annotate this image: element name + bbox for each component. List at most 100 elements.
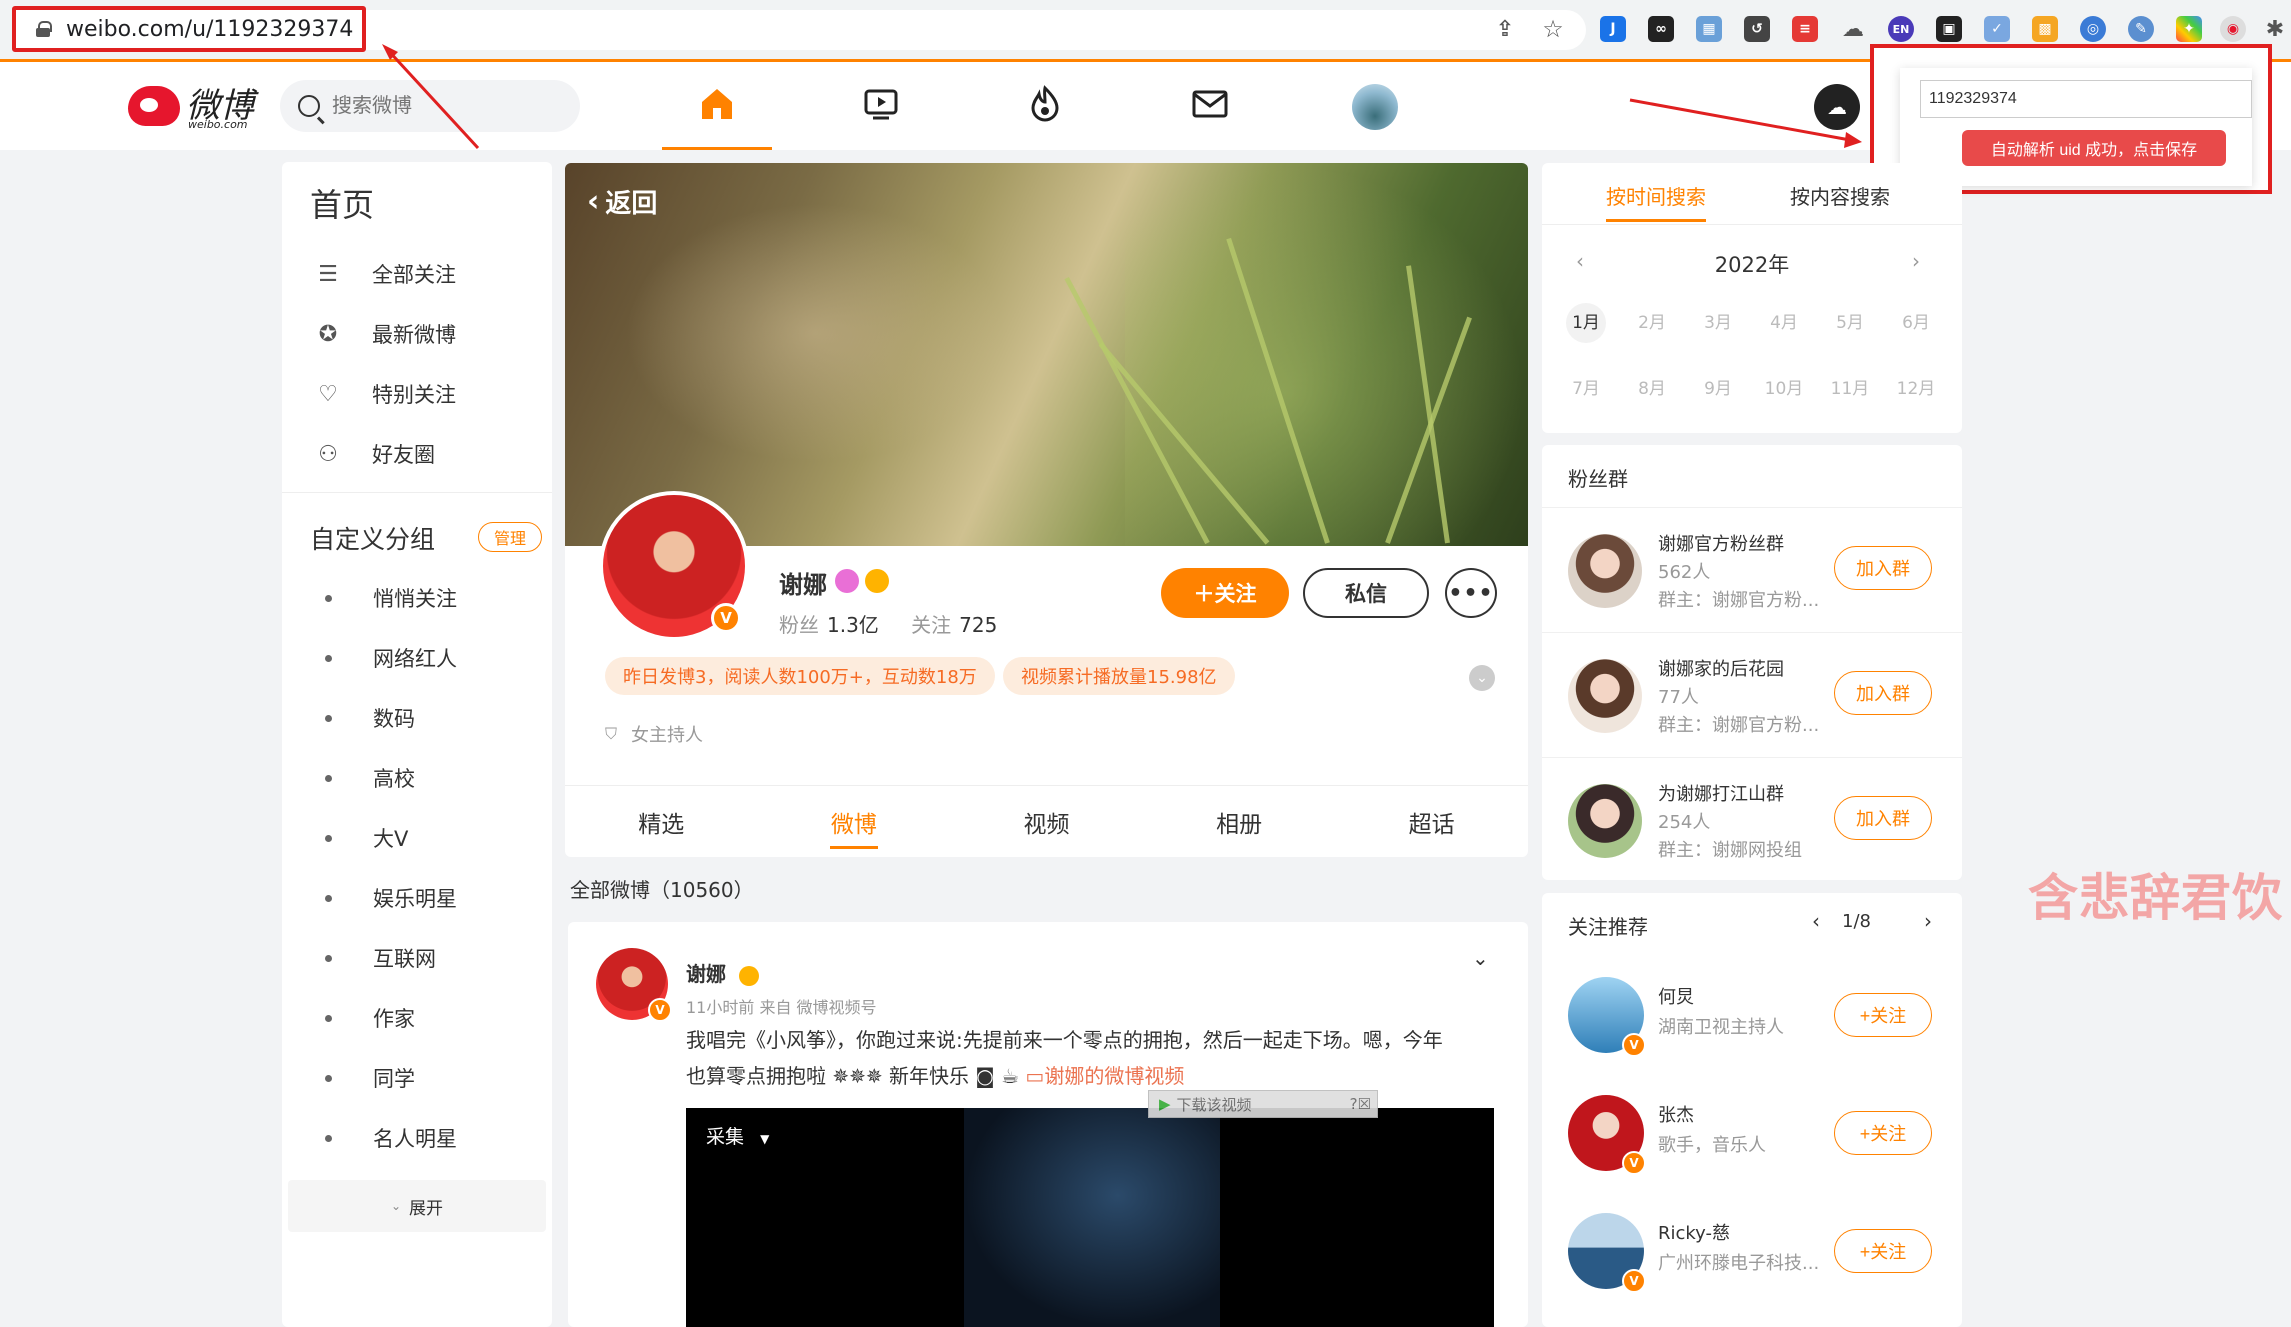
search-input[interactable] [332,94,552,118]
check-ext-icon[interactable]: ✓ [1984,16,2010,42]
join-group-button[interactable]: 加入群 [1834,796,1932,840]
share-icon[interactable]: ⇪ [1492,16,1518,42]
tab-weibo[interactable]: 微博 [758,786,951,857]
sidebar-item-latest[interactable]: ✪ 最新微博 [282,306,552,362]
month-cell[interactable]: 11月 [1830,369,1870,409]
join-group-button[interactable]: 加入群 [1834,546,1932,590]
fan-group-name[interactable]: 为谢娜打江山群 [1658,780,1784,806]
month-cell[interactable]: 6月 [1896,303,1936,343]
cloud-download-icon[interactable]: ☁ [1814,84,1860,130]
pen-ext-icon[interactable]: ✎ [2128,16,2154,42]
sidebar-group-item[interactable]: 网络红人 [282,630,552,686]
tab-supertopic[interactable]: 超话 [1335,786,1528,857]
tab-featured[interactable]: 精选 [565,786,758,857]
chevron-right-icon[interactable]: › [1924,909,1932,933]
recommend-name[interactable]: 何炅 [1658,983,1694,1009]
chevron-down-icon[interactable]: ⌄ [1472,946,1489,970]
nav-message[interactable] [1155,80,1265,150]
video-player[interactable]: 采集 ▼ [686,1108,1494,1327]
sidebar-group-item[interactable]: 高校 [282,750,552,806]
month-cell[interactable]: 4月 [1764,303,1804,343]
j-ext-icon[interactable]: J [1600,16,1626,42]
sidebar-group-item[interactable]: 名人明星 [282,1110,552,1166]
join-group-button[interactable]: 加入群 [1834,671,1932,715]
fan-group-avatar[interactable] [1568,659,1642,733]
weibo-logo[interactable]: 微博 weibo.com [128,78,268,131]
month-cell[interactable]: 7月 [1566,369,1606,409]
back-button[interactable]: ‹ 返回 [587,183,657,220]
search-box[interactable] [280,80,580,132]
nav-user-avatar[interactable] [1320,80,1430,150]
month-cell[interactable]: 5月 [1830,303,1870,343]
month-cell[interactable]: 2月 [1632,303,1672,343]
sidebar-item-special[interactable]: ♡ 特别关注 [282,366,552,422]
uid-input[interactable] [1920,80,2252,118]
chevron-right-icon[interactable]: › [1912,249,1920,273]
nav-video[interactable] [826,80,936,150]
chevron-down-icon[interactable]: ⌄ [1469,665,1495,691]
video-collect-menu[interactable]: 采集 ▼ [706,1122,769,1149]
tab-album[interactable]: 相册 [1143,786,1336,857]
month-cell[interactable]: 3月 [1698,303,1738,343]
sidebar-group-item[interactable]: 数码 [282,690,552,746]
save-uid-button[interactable]: 自动解析 uid 成功，点击保存 [1962,130,2226,166]
cloud-ext-icon[interactable]: ☁ [1840,16,1866,42]
more-options-button[interactable]: ••• [1445,568,1497,618]
recommend-name[interactable]: 张杰 [1658,1101,1694,1127]
sidebar-item-friends[interactable]: ⚇ 好友圈 [282,426,552,482]
follow-user-button[interactable]: +关注 [1834,1111,1932,1155]
address-bar-extension[interactable] [366,10,1586,50]
month-cell[interactable]: 10月 [1764,369,1804,409]
star-icon[interactable]: ☆ [1540,15,1566,43]
tab-video[interactable]: 视频 [950,786,1143,857]
close-icon[interactable]: ?☒ [1350,1095,1371,1113]
sidebar-group-item[interactable]: 大V [282,810,552,866]
caret-down-icon: ▼ [760,1132,770,1146]
chevron-left-icon[interactable]: ‹ [1812,909,1820,933]
post-author[interactable]: 谢娜 [686,958,759,987]
nav-home[interactable] [662,80,772,150]
robot-ext-icon[interactable]: ▣ [1936,16,1962,42]
fan-group-avatar[interactable] [1568,784,1642,858]
fan-group-name[interactable]: 谢娜家的后花园 [1658,655,1784,681]
en-ext-icon[interactable]: EN [1888,16,1914,42]
infinity-ext-icon[interactable]: ∞ [1648,16,1674,42]
follow-user-button[interactable]: +关注 [1834,1229,1932,1273]
follow-button[interactable]: ＋关注 [1161,568,1289,618]
nav-hot[interactable] [990,80,1100,150]
fan-group-avatar[interactable] [1568,534,1642,608]
activity-pill[interactable]: 昨日发博3，阅读人数100万+，互动数18万 [605,657,995,695]
expand-label: 展开 [409,1198,444,1219]
expand-button[interactable]: ⌄ 展开 [288,1180,546,1232]
video-stats-pill[interactable]: 视频累计播放量15.98亿 [1003,657,1235,695]
month-cell[interactable]: 9月 [1698,369,1738,409]
red-list-ext-icon[interactable]: ≡ [1792,16,1818,42]
address-bar[interactable]: weibo.com/u/1192329374 [12,6,366,52]
manage-button[interactable]: 管理 [478,522,542,552]
clock-ext-icon[interactable]: ◎ [2080,16,2106,42]
qr-ext-icon[interactable]: ▩ [2032,16,2058,42]
puzzle-icon[interactable]: ✱ [2262,16,2288,42]
sidebar-group-item[interactable]: 娱乐明星 [282,870,552,926]
tab-search-by-content[interactable]: 按内容搜索 [1790,181,1890,210]
weibo-ext-icon[interactable]: ◉ [2220,16,2246,42]
sidebar-group-item[interactable]: 同学 [282,1050,552,1106]
grid-ext-icon[interactable]: ▦ [1696,16,1722,42]
tab-search-by-time[interactable]: 按时间搜索 [1606,181,1706,222]
month-cell[interactable]: 1月 [1566,303,1606,343]
post-video-link[interactable]: 谢娜的微博视频 [1044,1064,1184,1088]
follow-user-button[interactable]: +关注 [1834,993,1932,1037]
color-ext-icon[interactable]: ✦ [2176,16,2202,42]
message-button[interactable]: 私信 [1303,568,1429,618]
month-cell[interactable]: 8月 [1632,369,1672,409]
refresh-ext-icon[interactable]: ↺ [1744,16,1770,42]
sidebar-item-all-follow[interactable]: ☰ 全部关注 [282,246,552,302]
sidebar-group-item[interactable]: 作家 [282,990,552,1046]
download-bar[interactable]: ▶ 下载该视频 ?☒ [1148,1090,1378,1118]
feed-post: V 谢娜 11小时前 来自 微博视频号 ⌄ 我唱完《小风筝》，你跑过来说:先提前… [568,922,1528,1327]
sidebar-group-item[interactable]: 互联网 [282,930,552,986]
recommend-name[interactable]: Ricky-慈 [1658,1219,1730,1245]
fan-group-name[interactable]: 谢娜官方粉丝群 [1658,530,1784,556]
month-cell[interactable]: 12月 [1896,369,1936,409]
sidebar-group-item[interactable]: 悄悄关注 [282,570,552,626]
